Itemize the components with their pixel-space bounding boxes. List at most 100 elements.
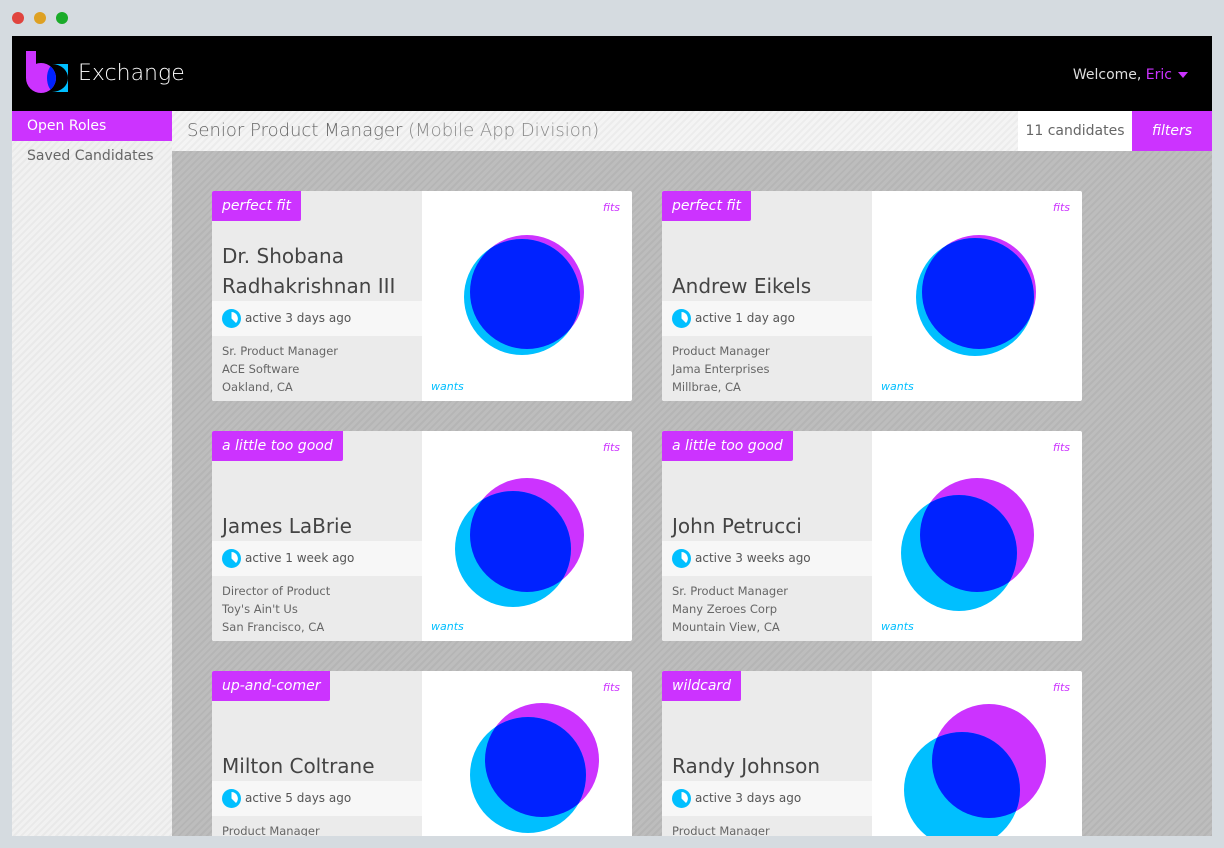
fits-label: fits (1052, 201, 1070, 214)
location: Mountain View, CA (672, 620, 780, 634)
last-active: active 3 days ago (695, 791, 802, 805)
sidebar-item-open-roles[interactable]: Open Roles (12, 111, 172, 141)
activity-row: active 3 days ago (662, 781, 872, 816)
candidate-name[interactable]: John Petrucci (672, 511, 867, 541)
location: Millbrae, CA (672, 380, 741, 394)
welcome-label: Welcome, (1072, 67, 1142, 83)
venn-diagram (916, 235, 1036, 356)
brand-name: Exchange (78, 61, 185, 86)
page-title: Senior Product Manager (Mobile App Divis… (187, 120, 599, 141)
candidate-name[interactable]: Randy Johnson (672, 751, 867, 781)
company: ACE Software (222, 362, 300, 376)
candidate-info: perfect fit Andrew Eikels active 1 day a… (662, 191, 872, 401)
job-title: Product Manager (672, 344, 770, 358)
candidate-card[interactable]: a little too good John Petrucci active 3… (662, 431, 1082, 641)
activity-row: active 5 days ago (212, 781, 422, 816)
clock-icon (672, 549, 691, 568)
candidate-info: a little too good James LaBrie active 1 … (212, 431, 422, 641)
candidate-count: 11 candidates (1018, 111, 1132, 151)
app-window: Exchange Welcome, Eric Open Roles Saved … (12, 36, 1212, 836)
wants-label: wants (881, 380, 914, 393)
venn-diagram (901, 478, 1034, 611)
job-title: Product Manager (222, 824, 320, 836)
fits-label: fits (1052, 681, 1070, 694)
fit-venn-panel: fits wants (422, 191, 632, 401)
role-title: Senior Product Manager (187, 120, 403, 141)
candidate-details: Product Manager (222, 822, 320, 836)
wants-label: wants (881, 620, 914, 633)
candidate-details: Product Manager (672, 822, 770, 836)
fit-tag: perfect fit (662, 191, 751, 221)
job-title: Director of Product (222, 584, 331, 598)
candidate-card[interactable]: a little too good James LaBrie active 1 … (212, 431, 632, 641)
wants-label: wants (431, 620, 464, 633)
role-division: (Mobile App Division) (408, 120, 600, 141)
candidate-info: a little too good John Petrucci active 3… (662, 431, 872, 641)
candidate-details: Product Manager Jama Enterprises Millbra… (672, 342, 770, 396)
candidate-card[interactable]: perfect fit Dr. Shobana Radhakrishnan II… (212, 191, 632, 401)
candidate-card[interactable]: up-and-comer Milton Coltrane active 5 da… (212, 671, 632, 836)
fit-tag: a little too good (662, 431, 793, 461)
venn-diagram (464, 235, 584, 355)
fit-venn-panel: fits wants (422, 671, 632, 836)
logo-icon (26, 51, 68, 93)
user-menu[interactable]: Welcome, Eric (1073, 67, 1188, 83)
last-active: active 1 day ago (695, 311, 795, 325)
last-active: active 3 days ago (245, 311, 352, 325)
job-title: Sr. Product Manager (222, 344, 339, 358)
job-title: Product Manager (672, 824, 770, 836)
candidate-name[interactable]: James LaBrie (222, 511, 417, 541)
company: Toy's Ain't Us (222, 602, 298, 616)
filters-button[interactable]: filters (1132, 111, 1212, 151)
user-name: Eric (1145, 67, 1172, 83)
candidate-info: wildcard Randy Johnson active 3 days ago… (662, 671, 872, 836)
fit-venn-panel: fits wants (872, 671, 1082, 836)
candidate-grid: perfect fit Dr. Shobana Radhakrishnan II… (172, 151, 1212, 836)
fit-tag: up-and-comer (212, 671, 331, 701)
clock-icon (672, 309, 691, 328)
sidebar-item-saved-candidates[interactable]: Saved Candidates (12, 141, 172, 171)
clock-icon (222, 789, 241, 808)
candidate-card[interactable]: perfect fit Andrew Eikels active 1 day a… (662, 191, 1082, 401)
window-maximize-button[interactable] (56, 12, 68, 24)
candidate-name[interactable]: Andrew Eikels (672, 271, 867, 301)
venn-diagram (904, 704, 1046, 836)
fit-venn-panel: fits wants (422, 431, 632, 641)
fits-label: fits (1052, 441, 1070, 454)
candidate-info: perfect fit Dr. Shobana Radhakrishnan II… (212, 191, 422, 401)
fit-venn-panel: fits wants (872, 431, 1082, 641)
company: Many Zeroes Corp (672, 602, 777, 616)
candidate-card[interactable]: wildcard Randy Johnson active 3 days ago… (662, 671, 1082, 836)
window-minimize-button[interactable] (34, 12, 46, 24)
activity-row: active 1 week ago (212, 541, 422, 576)
location: Oakland, CA (222, 380, 293, 394)
header: Exchange Welcome, Eric (12, 36, 1212, 111)
candidate-details: Sr. Product Manager ACE Software Oakland… (222, 342, 338, 396)
candidate-name[interactable]: Milton Coltrane (222, 751, 417, 781)
window-close-button[interactable] (12, 12, 24, 24)
role-titlebar: Senior Product Manager (Mobile App Divis… (172, 111, 1212, 151)
location: San Francisco, CA (222, 620, 325, 634)
candidate-name[interactable]: Dr. Shobana Radhakrishnan III (222, 241, 417, 301)
venn-diagram (455, 478, 584, 607)
fit-venn-panel: fits wants (872, 191, 1082, 401)
clock-icon (222, 309, 241, 328)
company: Jama Enterprises (672, 362, 770, 376)
fit-tag: a little too good (212, 431, 343, 461)
candidate-details: Director of Product Toy's Ain't Us San F… (222, 582, 330, 636)
fits-label: fits (602, 201, 620, 214)
activity-row: active 1 day ago (662, 301, 872, 336)
fit-tag: wildcard (662, 671, 742, 701)
fits-label: fits (602, 441, 620, 454)
activity-row: active 3 days ago (212, 301, 422, 336)
last-active: active 3 weeks ago (695, 551, 811, 565)
venn-diagram (470, 703, 599, 833)
caret-down-icon (1178, 72, 1188, 78)
candidate-details: Sr. Product Manager Many Zeroes Corp Mou… (672, 582, 788, 636)
job-title: Sr. Product Manager (672, 584, 789, 598)
activity-row: active 3 weeks ago (662, 541, 872, 576)
wants-label: wants (431, 380, 464, 393)
clock-icon (222, 549, 241, 568)
last-active: active 1 week ago (245, 551, 355, 565)
candidate-info: up-and-comer Milton Coltrane active 5 da… (212, 671, 422, 836)
